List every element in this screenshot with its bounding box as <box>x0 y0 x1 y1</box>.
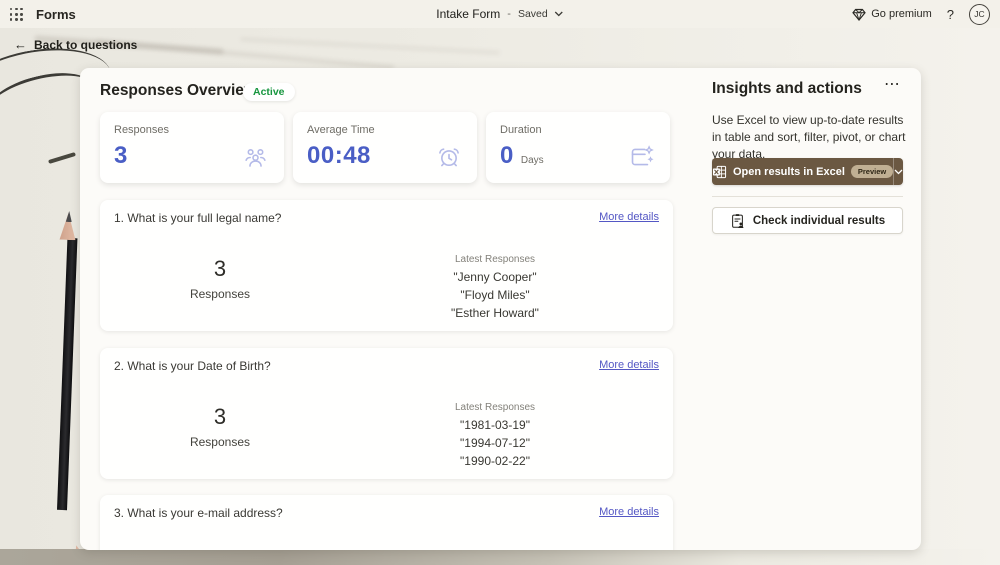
back-arrow-icon: ← <box>14 37 27 52</box>
desk-pencil-blur-streak <box>240 37 500 55</box>
latest-responses-label: Latest Responses <box>415 402 575 413</box>
stat-card-average-time: Average Time 00:48 <box>293 112 477 183</box>
excel-split-dropdown[interactable] <box>894 158 903 185</box>
open-results-excel-label: Open results in Excel <box>733 166 845 178</box>
black-pencil <box>57 238 77 510</box>
insights-divider <box>712 196 903 197</box>
document-title: Intake Form <box>436 7 500 21</box>
check-individual-results-button[interactable]: Check individual results <box>712 207 903 234</box>
latest-response-item: "Esther Howard" <box>415 306 575 320</box>
stat-value: 0Days <box>500 142 544 170</box>
forms-responses-page: Forms Intake Form - Saved Go premium ? J… <box>0 0 1000 565</box>
go-premium-label: Go premium <box>871 8 932 20</box>
open-results-excel-main[interactable]: Open results in Excel Preview <box>712 158 894 185</box>
latest-responses-block: Latest Responses "Jenny Cooper" "Floyd M… <box>415 254 575 324</box>
question-card-1: 1. What is your full legal name? More de… <box>100 200 673 331</box>
page-title: Responses Overview <box>100 82 256 100</box>
calendar-sparkle-icon <box>628 144 655 170</box>
check-individual-results-label: Check individual results <box>753 215 885 227</box>
desk-shadow-strip <box>0 549 1000 565</box>
chevron-down-icon <box>894 169 903 175</box>
stat-unit: Days <box>521 155 544 166</box>
latest-response-item: "1990-02-22" <box>415 454 575 468</box>
stat-value: 3 <box>114 142 128 170</box>
question-card-3: 3. What is your e-mail address? More det… <box>100 495 673 550</box>
response-count-label: Responses <box>170 435 270 449</box>
insights-title: Insights and actions <box>712 80 862 98</box>
response-count: 3 <box>170 256 270 282</box>
response-count: 3 <box>170 404 270 430</box>
form-person-icon <box>730 213 745 229</box>
top-app-bar: Forms Intake Form - Saved Go premium ? J… <box>0 0 1000 28</box>
stat-card-responses: Responses 3 <box>100 112 284 183</box>
more-options-ellipsis-icon[interactable]: ⋯ <box>884 74 901 94</box>
save-status: Saved <box>518 8 548 20</box>
latest-response-item: "1994-07-12" <box>415 436 575 450</box>
more-details-link[interactable]: More details <box>599 506 659 518</box>
pencil-stub <box>48 152 76 164</box>
app-name[interactable]: Forms <box>36 7 76 22</box>
black-pencil-lead <box>66 211 72 222</box>
gem-icon <box>852 8 866 21</box>
stat-value: 00:48 <box>307 142 371 170</box>
response-count-block: 3 Responses <box>170 256 270 301</box>
latest-responses-label: Latest Responses <box>415 254 575 265</box>
responses-panel: Responses Overview Active Responses 3 Av… <box>80 68 921 550</box>
latest-response-item: "Jenny Cooper" <box>415 270 575 284</box>
response-count-block: 3 Responses <box>170 404 270 449</box>
question-card-2: 2. What is your Date of Birth? More deta… <box>100 348 673 479</box>
open-results-excel-button[interactable]: Open results in Excel Preview <box>712 158 903 185</box>
more-details-link[interactable]: More details <box>599 211 659 223</box>
latest-response-item: "Floyd Miles" <box>415 288 575 302</box>
document-title-group[interactable]: Intake Form - Saved <box>436 0 563 28</box>
latest-responses-block: Latest Responses "1981-03-19" "1994-07-1… <box>415 402 575 472</box>
back-to-questions-link[interactable]: ← Back to questions <box>14 37 137 52</box>
excel-icon <box>712 165 727 179</box>
stat-label: Responses <box>114 124 169 136</box>
avatar[interactable]: JC <box>969 4 990 25</box>
latest-response-item: "1981-03-19" <box>415 418 575 432</box>
question-title: 3. What is your e-mail address? <box>114 506 283 520</box>
go-premium-button[interactable]: Go premium <box>852 8 932 21</box>
response-count-label: Responses <box>170 287 270 301</box>
topbar-right-group: Go premium ? JC <box>852 0 990 28</box>
status-badge: Active <box>243 83 295 101</box>
stat-card-duration: Duration 0Days <box>486 112 670 183</box>
stat-label: Duration <box>500 124 542 136</box>
stat-label: Average Time <box>307 124 375 136</box>
question-title: 1. What is your full legal name? <box>114 211 281 225</box>
preview-badge: Preview <box>851 165 893 178</box>
people-icon <box>242 145 269 170</box>
alarm-clock-icon <box>436 144 462 170</box>
chevron-down-icon[interactable] <box>555 11 564 17</box>
back-label: Back to questions <box>34 38 137 52</box>
insights-description: Use Excel to view up-to-date results in … <box>712 112 909 163</box>
help-button[interactable]: ? <box>947 7 954 22</box>
more-details-link[interactable]: More details <box>599 359 659 371</box>
title-separator: - <box>507 8 511 20</box>
app-launcher-waffle-icon[interactable] <box>10 8 23 21</box>
question-title: 2. What is your Date of Birth? <box>114 359 271 373</box>
